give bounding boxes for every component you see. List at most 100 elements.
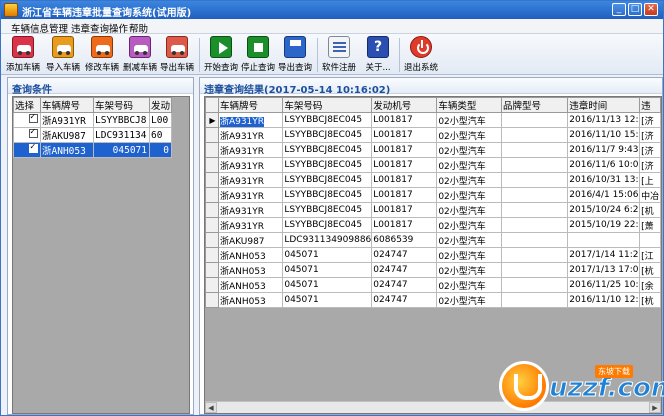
row-indicator[interactable] (205, 142, 219, 158)
column-header-engine[interactable]: 发动 (149, 97, 172, 113)
brand-model-cell (500, 142, 569, 158)
exit-button[interactable]: 退出系统 (402, 36, 440, 74)
row-indicator[interactable] (205, 262, 219, 278)
row-indicator-header (205, 97, 219, 113)
violation-time-cell: 2016/10/31 13: (567, 172, 641, 188)
row-indicator[interactable] (205, 232, 219, 248)
result-row[interactable]: 浙ANH053 045071 024747 02小型汽车 2016/11/10 12:[… (205, 292, 661, 308)
row-indicator[interactable] (205, 157, 219, 173)
row-indicator[interactable] (205, 172, 219, 188)
result-row[interactable]: 浙A931YR LSYYBBCJ8EC045 L001817 02小型汽车 2016/1… (205, 157, 661, 173)
menu-help[interactable]: 帮助 (129, 21, 148, 35)
column-header-brand-model[interactable]: 品牌型号 (500, 97, 569, 113)
select-cell[interactable] (13, 112, 41, 128)
close-button[interactable]: ✕ (644, 3, 658, 16)
vehicle-type-cell: 02小型汽车 (436, 112, 502, 128)
delete-vehicle-button[interactable]: 删减车辆 (121, 36, 159, 74)
brand-model-cell (500, 277, 569, 293)
vehicle-row[interactable]: 浙AKU987 LDC931134 60 (13, 127, 172, 143)
selected-cell-text: 浙A931YR (219, 116, 265, 127)
result-row[interactable]: 浙A931YR LSYYBBCJ8EC045 L001817 02小型汽车 2015/1… (205, 217, 661, 233)
row-checkbox[interactable] (29, 129, 38, 138)
row-indicator[interactable] (205, 127, 219, 143)
violation-cell: 中冶 (639, 187, 661, 203)
scroll-left-arrow[interactable]: ◀ (205, 402, 217, 413)
menu-bar: 车辆信息管理 违章查询操作 帮助 (1, 19, 663, 35)
column-header-plate[interactable]: 车辆牌号 (40, 97, 94, 113)
column-header-plate[interactable]: 车辆牌号 (217, 97, 284, 113)
menu-vehicle-info[interactable]: 车辆信息管理 (11, 21, 68, 35)
row-indicator[interactable] (205, 202, 219, 218)
edit-vehicle-button[interactable]: 修改车辆 (83, 36, 121, 74)
violation-cell: [济 (639, 142, 661, 158)
result-row[interactable]: 浙A931YR LSYYBBCJ8EC045 L001817 02小型汽车 2016/1… (205, 142, 661, 158)
engine-cell: L001817 (371, 187, 438, 203)
column-header-frame[interactable]: 车架号码 (93, 97, 150, 113)
minimize-button[interactable]: _ (612, 3, 626, 16)
export-vehicle-button[interactable]: 导出车辆 (158, 36, 196, 74)
select-cell[interactable] (13, 142, 41, 158)
maximize-button[interactable]: □ (628, 3, 642, 16)
result-row[interactable]: 浙A931YR LSYYBBCJ8EC045 L001817 02小型汽车 2016/1… (205, 172, 661, 188)
vehicle-type-cell: 02小型汽车 (436, 187, 502, 203)
brand-model-cell (500, 292, 569, 308)
stop-query-button[interactable]: 停止查询 (239, 36, 277, 74)
result-row[interactable]: ▶ 浙A931YR LSYYBBCJ8EC045 L001817 02小型汽车 2016/… (205, 112, 661, 128)
menu-violation-query[interactable]: 违章查询操作 (71, 21, 128, 35)
violation-cell: [杭 (639, 292, 661, 308)
export-vehicle-label: 导出车辆 (159, 63, 194, 73)
row-indicator[interactable] (205, 277, 219, 293)
vehicle-type-cell: 02小型汽车 (436, 217, 502, 233)
result-row[interactable]: 浙A931YR LSYYBBCJ8EC045 L001817 02小型汽车 2015/1… (205, 202, 661, 218)
frame-cell: LSYYBBCJ8EC045 (282, 127, 373, 143)
column-header-vehicle-type[interactable]: 车辆类型 (436, 97, 502, 113)
select-cell[interactable] (13, 127, 41, 143)
violation-time-cell: 2016/11/7 9:43 (567, 142, 641, 158)
vehicle-row-selected[interactable]: 浙ANH053 045071 0 (13, 142, 172, 158)
brand-model-cell (500, 232, 569, 248)
row-indicator[interactable] (205, 217, 219, 233)
result-row[interactable]: 浙A931YR LSYYBBCJ8EC045 L001817 02小型汽车 2016/4… (205, 187, 661, 203)
results-table: 车辆牌号 车架号码 发动机号 车辆类型 品牌型号 违章时间 违 ▶ 浙A931YR… (205, 97, 661, 308)
row-indicator[interactable] (205, 247, 219, 263)
row-checkbox[interactable] (29, 114, 38, 123)
about-label: 关于... (365, 63, 391, 73)
row-checkbox[interactable] (29, 144, 38, 153)
result-row[interactable]: 浙A931YR LSYYBBCJ8EC045 L001817 02小型汽车 2016/1… (205, 127, 661, 143)
register-icon (328, 36, 350, 58)
column-header-violation[interactable]: 违 (639, 97, 661, 113)
power-icon (410, 36, 432, 58)
column-header-select[interactable]: 选择 (13, 97, 41, 113)
row-indicator[interactable] (205, 187, 219, 203)
start-query-button[interactable]: 开始查询 (202, 36, 240, 74)
vehicle-grid[interactable]: 选择 车辆牌号 车架号码 发动 浙A931YR LSYYBBCJ8 L00 浙A… (12, 96, 190, 414)
add-vehicle-button[interactable]: 添加车辆 (4, 36, 42, 74)
violation-cell: [萧 (639, 217, 661, 233)
violation-cell: [上 (639, 172, 661, 188)
violation-time-cell: 2016/4/1 15:06 (567, 187, 641, 203)
result-row[interactable]: 浙ANH053 045071 024747 02小型汽车 2016/11/25 10:[… (205, 277, 661, 293)
import-vehicle-button[interactable]: 导入车辆 (44, 36, 82, 74)
register-button[interactable]: 软件注册 (320, 36, 358, 74)
row-indicator[interactable]: ▶ (205, 112, 219, 128)
violation-time-cell: 2016/11/13 12: (567, 112, 641, 128)
engine-cell: 024747 (371, 262, 438, 278)
violation-time-cell: 2016/11/25 10: (567, 277, 641, 293)
result-row[interactable]: 浙AKU987 LDC931134909886 6086539 02小型汽车 (205, 232, 661, 248)
brand-model-cell (500, 157, 569, 173)
violation-cell: [济 (639, 112, 661, 128)
about-button[interactable]: ? 关于... (359, 36, 397, 74)
vehicle-row[interactable]: 浙A931YR LSYYBBCJ8 L00 (13, 112, 172, 128)
violation-cell: [杭 (639, 262, 661, 278)
column-header-violation-time[interactable]: 违章时间 (567, 97, 641, 113)
row-indicator[interactable] (205, 292, 219, 308)
result-row[interactable]: 浙ANH053 045071 024747 02小型汽车 2017/1/13 17:0[… (205, 262, 661, 278)
result-row[interactable]: 浙ANH053 045071 024747 02小型汽车 2017/1/14 11:2[… (205, 247, 661, 263)
export-query-button[interactable]: 导出查询 (276, 36, 314, 74)
plate-cell: 浙ANH053 (40, 142, 94, 158)
column-header-frame[interactable]: 车架号码 (282, 97, 373, 113)
title-bar[interactable]: 浙江省车辆违章批量查询系统(试用版) _ □ ✕ (1, 1, 663, 19)
column-header-engine[interactable]: 发动机号 (371, 97, 438, 113)
vehicle-type-cell: 02小型汽车 (436, 172, 502, 188)
frame-cell: LSYYBBCJ8 (93, 112, 150, 128)
